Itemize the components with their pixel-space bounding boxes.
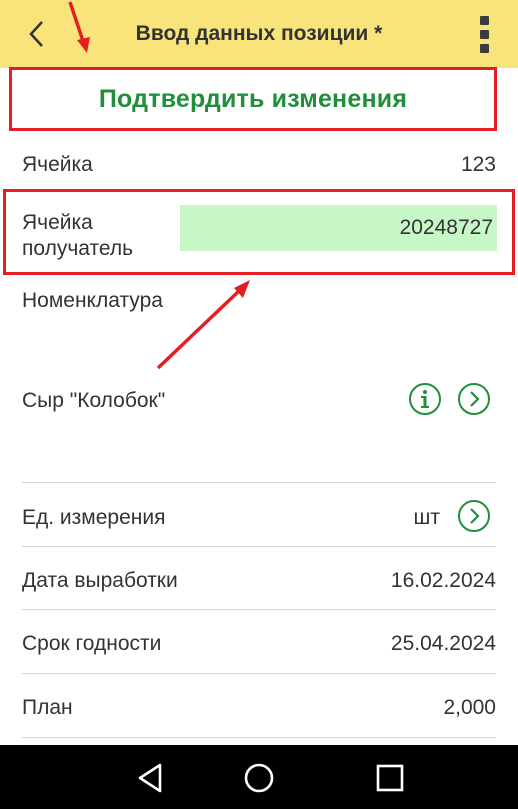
chevron-right-circle-icon — [458, 500, 490, 532]
open-nomenclature-button[interactable] — [457, 382, 491, 416]
circle-home-icon — [244, 763, 274, 793]
plan-value: 2,000 — [443, 696, 496, 719]
divider — [22, 737, 496, 738]
recipient-cell-value: 20248727 — [399, 216, 493, 239]
recipient-cell-label: Ячейка получатель — [22, 210, 133, 262]
expiry-date-value[interactable]: 25.04.2024 — [300, 632, 496, 656]
page-title: Ввод данных позиции * — [135, 22, 383, 45]
cell-label: Ячейка — [22, 153, 93, 176]
system-navigation-bar — [0, 745, 518, 809]
annotation-arrow-recipient — [156, 280, 250, 370]
divider — [22, 482, 496, 483]
expiry-date-label: Срок годности — [22, 632, 162, 655]
confirm-changes-label: Подтвердить изменения — [98, 84, 408, 113]
app-header: Ввод данных позиции * — [0, 0, 518, 68]
divider — [22, 673, 496, 674]
triangle-back-icon — [138, 763, 162, 793]
cell-value: 123 — [460, 153, 496, 176]
menu-button[interactable] — [470, 14, 498, 54]
nav-home-button[interactable] — [243, 762, 275, 794]
info-button[interactable] — [408, 382, 442, 416]
unit-value: шт — [413, 506, 440, 529]
recipient-cell-input[interactable]: 20248727 — [180, 205, 497, 251]
recipient-cell-label-line1: Ячейка — [22, 211, 93, 234]
divider — [22, 609, 496, 610]
nomenclature-label: Номенклатура — [22, 289, 163, 312]
open-unit-button[interactable] — [457, 499, 491, 533]
production-date-label: Дата выработки — [22, 569, 178, 592]
nav-back-button[interactable] — [136, 762, 168, 794]
info-circle-icon — [409, 383, 441, 415]
confirm-changes-button[interactable]: Подтвердить изменения — [9, 67, 497, 131]
production-date-value[interactable]: 16.02.2024 — [300, 569, 496, 593]
plan-label: План — [22, 696, 73, 719]
chevron-right-circle-icon — [458, 383, 490, 415]
divider — [22, 546, 496, 547]
square-recent-icon — [376, 764, 404, 792]
unit-label: Ед. измерения — [22, 506, 166, 529]
nomenclature-value: Сыр "Колобок" — [22, 389, 166, 412]
nav-recent-button[interactable] — [374, 762, 406, 794]
recipient-cell-label-line2: получатель — [22, 237, 134, 260]
